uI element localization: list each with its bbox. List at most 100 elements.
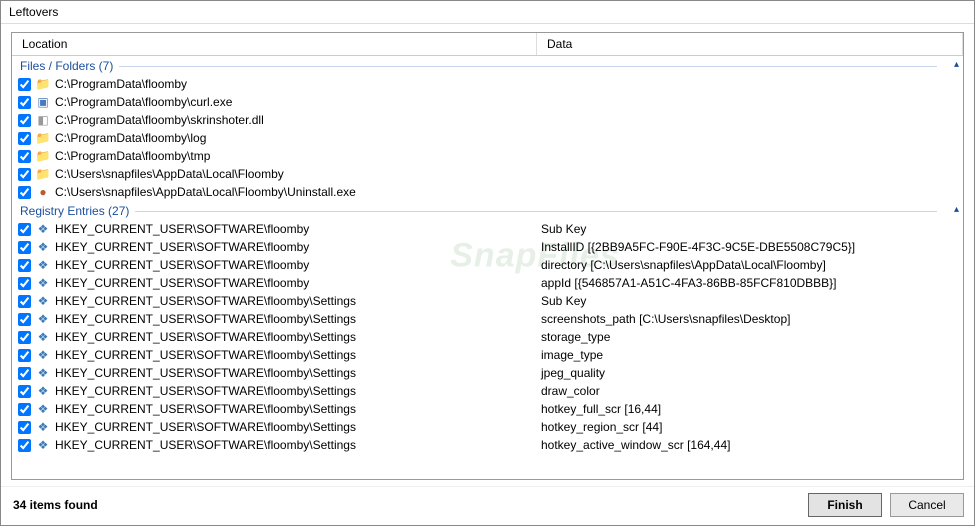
- item-checkbox[interactable]: [18, 223, 31, 236]
- cancel-button[interactable]: Cancel: [890, 493, 964, 517]
- item-data: jpeg_quality: [537, 364, 963, 382]
- list-item[interactable]: ❖HKEY_CURRENT_USER\SOFTWARE\floomby\Sett…: [12, 310, 963, 328]
- registry-icon: ❖: [35, 311, 51, 327]
- column-data[interactable]: Data: [537, 33, 963, 55]
- item-path: C:\ProgramData\floomby\skrinshoter.dll: [55, 111, 264, 129]
- registry-icon: ❖: [35, 383, 51, 399]
- folder-icon: 📁: [35, 130, 51, 146]
- item-data: hotkey_full_scr [16,44]: [537, 400, 963, 418]
- list-item[interactable]: ❖HKEY_CURRENT_USER\SOFTWARE\floomby\Sett…: [12, 328, 963, 346]
- leftovers-panel: SnapFiles Location Data Files / Folders …: [11, 32, 964, 480]
- item-checkbox[interactable]: [18, 277, 31, 290]
- registry-icon: ❖: [35, 257, 51, 273]
- list-item[interactable]: ❖HKEY_CURRENT_USER\SOFTWARE\floomby direc…: [12, 256, 963, 274]
- item-checkbox[interactable]: [18, 385, 31, 398]
- registry-icon: ❖: [35, 329, 51, 345]
- item-checkbox[interactable]: [18, 150, 31, 163]
- registry-icon: ❖: [35, 239, 51, 255]
- list-item[interactable]: ❖HKEY_CURRENT_USER\SOFTWARE\floomby\Sett…: [12, 418, 963, 436]
- item-data: storage_type: [537, 328, 963, 346]
- list-item[interactable]: 📁C:\ProgramData\floomby\tmp: [12, 147, 963, 165]
- item-path: HKEY_CURRENT_USER\SOFTWARE\floomby: [55, 274, 309, 292]
- list-item[interactable]: ❖HKEY_CURRENT_USER\SOFTWARE\floomby\Sett…: [12, 382, 963, 400]
- item-path: HKEY_CURRENT_USER\SOFTWARE\floomby\Setti…: [55, 418, 356, 436]
- column-location[interactable]: Location: [12, 33, 537, 55]
- item-data: InstallID [{2BB9A5FC-F90E-4F3C-9C5E-DBE5…: [537, 238, 963, 256]
- window-title: Leftovers: [1, 1, 974, 24]
- item-checkbox[interactable]: [18, 78, 31, 91]
- item-checkbox[interactable]: [18, 186, 31, 199]
- item-checkbox[interactable]: [18, 295, 31, 308]
- item-checkbox[interactable]: [18, 439, 31, 452]
- item-checkbox[interactable]: [18, 96, 31, 109]
- list-item[interactable]: 📁C:\Users\snapfiles\AppData\Local\Floomb…: [12, 165, 963, 183]
- item-data: appId [{546857A1-A51C-4FA3-86BB-85FCF810…: [537, 274, 963, 292]
- collapse-icon[interactable]: ▴: [954, 204, 959, 215]
- item-path: HKEY_CURRENT_USER\SOFTWARE\floomby\Setti…: [55, 328, 356, 346]
- list-item[interactable]: ❖HKEY_CURRENT_USER\SOFTWARE\floomby\Sett…: [12, 364, 963, 382]
- item-data: draw_color: [537, 382, 963, 400]
- exe-icon: ▣: [35, 94, 51, 110]
- item-path: C:\ProgramData\floomby: [55, 75, 187, 93]
- column-headers: Location Data: [12, 33, 963, 56]
- item-data: Sub Key: [537, 220, 963, 238]
- item-checkbox[interactable]: [18, 259, 31, 272]
- status-text: 34 items found: [13, 498, 800, 512]
- item-checkbox[interactable]: [18, 403, 31, 416]
- item-path: C:\ProgramData\floomby\curl.exe: [55, 93, 232, 111]
- item-checkbox[interactable]: [18, 132, 31, 145]
- item-data: hotkey_active_window_scr [164,44]: [537, 436, 963, 454]
- item-data: screenshots_path [C:\Users\snapfiles\Des…: [537, 310, 963, 328]
- folder-icon: 📁: [35, 166, 51, 182]
- list-item[interactable]: 📁C:\ProgramData\floomby: [12, 75, 963, 93]
- registry-icon: ❖: [35, 347, 51, 363]
- list-item[interactable]: ❖HKEY_CURRENT_USER\SOFTWARE\floombyappId…: [12, 274, 963, 292]
- list-item[interactable]: ▣C:\ProgramData\floomby\curl.exe: [12, 93, 963, 111]
- item-data: Sub Key: [537, 292, 963, 310]
- group-files-label: Files / Folders (7): [20, 59, 113, 73]
- item-checkbox[interactable]: [18, 168, 31, 181]
- list-item[interactable]: ❖HKEY_CURRENT_USER\SOFTWARE\floomby Sub K…: [12, 220, 963, 238]
- folder-icon: 📁: [35, 76, 51, 92]
- list-item[interactable]: ❖HKEY_CURRENT_USER\SOFTWARE\floomby\Sett…: [12, 436, 963, 454]
- list-item[interactable]: ❖HKEY_CURRENT_USER\SOFTWARE\floomby Insta…: [12, 238, 963, 256]
- item-path: HKEY_CURRENT_USER\SOFTWARE\floomby: [55, 256, 309, 274]
- registry-icon: ❖: [35, 419, 51, 435]
- collapse-icon[interactable]: ▴: [954, 59, 959, 70]
- footer-bar: 34 items found Finish Cancel: [1, 486, 974, 525]
- item-checkbox[interactable]: [18, 331, 31, 344]
- group-files-folders[interactable]: Files / Folders (7) ▴: [12, 56, 963, 75]
- item-data: directory [C:\Users\snapfiles\AppData\Lo…: [537, 256, 963, 274]
- item-path: HKEY_CURRENT_USER\SOFTWARE\floomby\Setti…: [55, 400, 356, 418]
- item-data: image_type: [537, 346, 963, 364]
- list-item[interactable]: ●C:\Users\snapfiles\AppData\Local\Floomb…: [12, 183, 963, 201]
- list-item[interactable]: ❖HKEY_CURRENT_USER\SOFTWARE\floomby\Sett…: [12, 400, 963, 418]
- list-item[interactable]: ❖HKEY_CURRENT_USER\SOFTWARE\floomby\Sett…: [12, 346, 963, 364]
- list-item[interactable]: ❖HKEY_CURRENT_USER\SOFTWARE\floomby\Sett…: [12, 292, 963, 310]
- item-path: HKEY_CURRENT_USER\SOFTWARE\floomby\Setti…: [55, 292, 356, 310]
- item-checkbox[interactable]: [18, 421, 31, 434]
- registry-icon: ❖: [35, 221, 51, 237]
- item-checkbox[interactable]: [18, 313, 31, 326]
- registry-icon: ❖: [35, 293, 51, 309]
- finish-button[interactable]: Finish: [808, 493, 882, 517]
- dll-icon: ◧: [35, 112, 51, 128]
- item-path: HKEY_CURRENT_USER\SOFTWARE\floomby\Setti…: [55, 382, 356, 400]
- item-checkbox[interactable]: [18, 114, 31, 127]
- group-registry-label: Registry Entries (27): [20, 204, 129, 218]
- list-item[interactable]: 📁C:\ProgramData\floomby\log: [12, 129, 963, 147]
- registry-icon: ❖: [35, 365, 51, 381]
- item-path: HKEY_CURRENT_USER\SOFTWARE\floomby\Setti…: [55, 364, 356, 382]
- group-registry-entries[interactable]: Registry Entries (27) ▴: [12, 201, 963, 220]
- item-path: HKEY_CURRENT_USER\SOFTWARE\floomby: [55, 220, 309, 238]
- item-checkbox[interactable]: [18, 349, 31, 362]
- registry-icon: ❖: [35, 401, 51, 417]
- item-checkbox[interactable]: [18, 367, 31, 380]
- item-path: C:\ProgramData\floomby\log: [55, 129, 206, 147]
- folder-icon: 📁: [35, 148, 51, 164]
- item-path: HKEY_CURRENT_USER\SOFTWARE\floomby\Setti…: [55, 436, 356, 454]
- leftovers-list[interactable]: Files / Folders (7) ▴ 📁C:\ProgramData\fl…: [12, 56, 963, 479]
- item-path: HKEY_CURRENT_USER\SOFTWARE\floomby: [55, 238, 309, 256]
- item-checkbox[interactable]: [18, 241, 31, 254]
- list-item[interactable]: ◧C:\ProgramData\floomby\skrinshoter.dll: [12, 111, 963, 129]
